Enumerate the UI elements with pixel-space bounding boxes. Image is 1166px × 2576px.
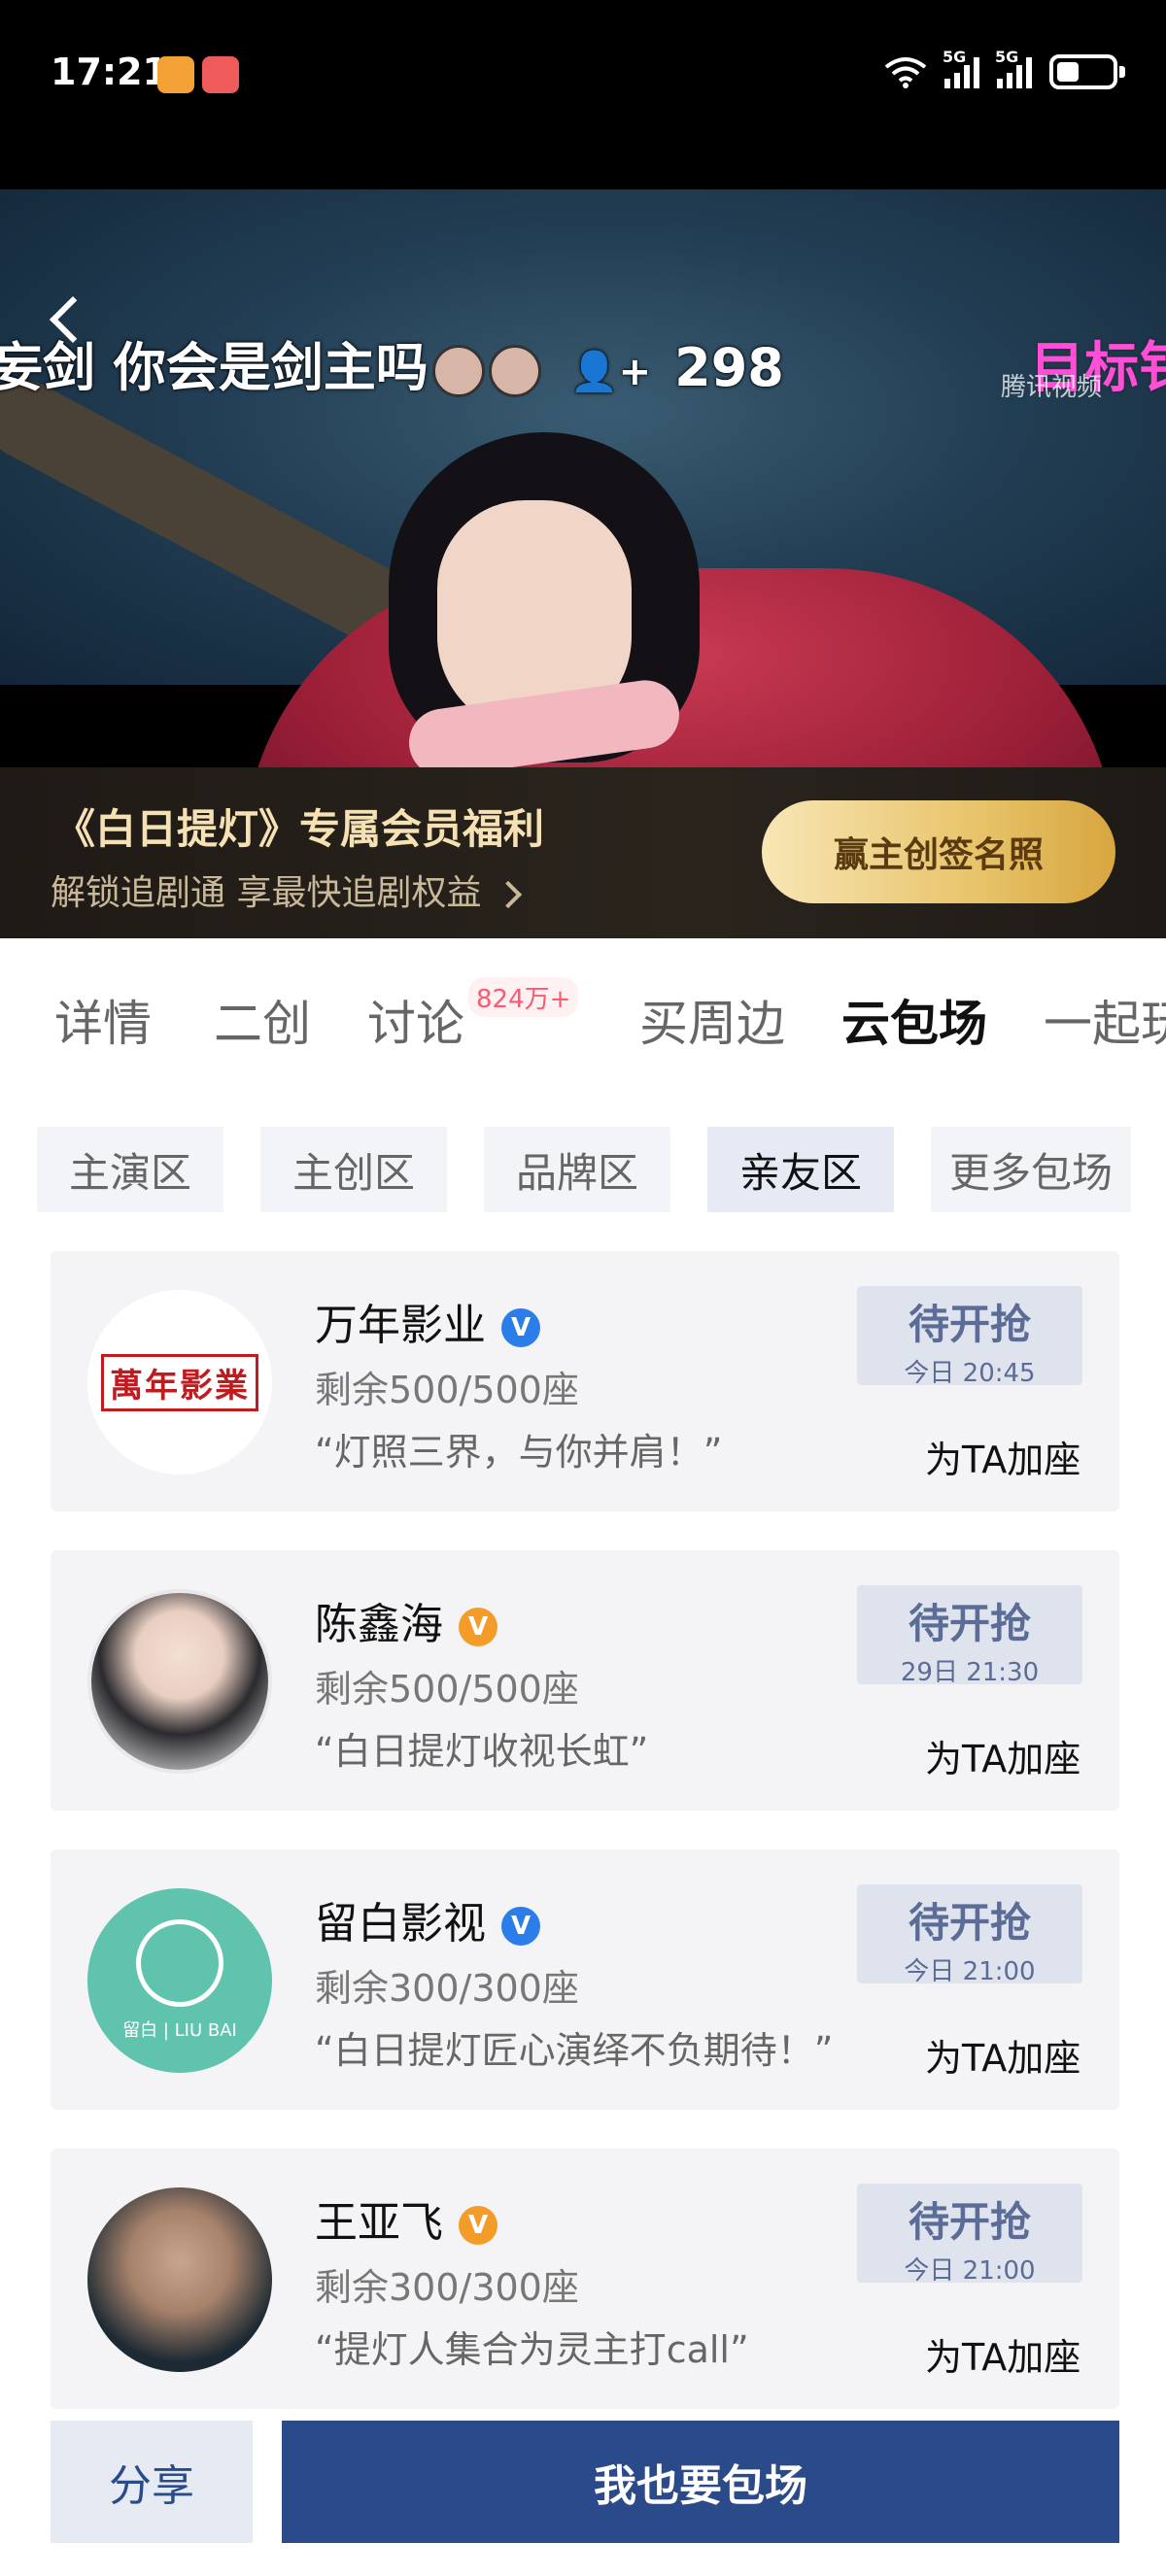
notification-app-icon xyxy=(157,56,194,93)
network-type-2: 5G xyxy=(995,48,1019,66)
grab-status: 待开抢 xyxy=(908,1600,1031,1647)
seat-count: 剩余500/500座 xyxy=(315,1668,579,1711)
tencent-video-watermark: 腾讯视频 xyxy=(1001,373,1103,402)
subtab-more[interactable]: 更多包场 xyxy=(931,1127,1131,1212)
vip-cta-button[interactable]: 赢主创签名照 xyxy=(762,800,1115,903)
vip-banner[interactable]: 《白日提灯》专属会员福利 解锁追剧通 享最快追剧权益 赢主创签名照 xyxy=(0,767,1166,938)
grab-status-button[interactable]: 待开抢 今日 21:00 xyxy=(857,1884,1082,1986)
tab-cloud-screening[interactable]: 云包场 xyxy=(841,985,987,1055)
liubai-logo-icon xyxy=(136,1919,223,2007)
grab-time: 今日 21:00 xyxy=(904,1957,1036,1986)
subtab-friends[interactable]: 亲友区 xyxy=(707,1127,894,1212)
main-tabs: 详情 二创 讨论 824万+ 买周边 云包场 一起玩 xyxy=(0,938,1166,1084)
seat-count: 剩余300/300座 xyxy=(315,1967,579,2010)
grab-time: 今日 20:45 xyxy=(904,1359,1036,1388)
danmaku-avatar xyxy=(431,345,485,398)
viewer-count: 298 xyxy=(674,337,784,398)
screening-card[interactable]: 留白 | LIU BAI 留白影视 V 剩余300/300座 “白日提灯匠心演绎不… xyxy=(51,1849,1119,2110)
verified-icon: V xyxy=(459,2206,497,2245)
danmaku-text: 妄剑 你会是剑主吗 xyxy=(0,337,429,398)
avatar xyxy=(87,1589,272,1774)
grab-status: 待开抢 xyxy=(908,2198,1031,2246)
battery-icon xyxy=(1049,54,1125,89)
tab-details[interactable]: 详情 xyxy=(54,985,152,1055)
verified-icon: V xyxy=(459,1608,497,1646)
liubai-logo-text: 留白 | LIU BAI xyxy=(122,2020,237,2041)
add-seat-button[interactable]: 为TA加座 xyxy=(925,2028,1080,2082)
discussion-count-badge: 824万+ xyxy=(468,977,579,1017)
tab-discussion[interactable]: 讨论 824万+ xyxy=(367,977,579,1055)
signal-1-icon: 5G xyxy=(943,48,979,88)
grab-status-button[interactable]: 待开抢 今日 20:45 xyxy=(857,1286,1082,1388)
grab-status: 待开抢 xyxy=(908,1301,1031,1348)
network-type-1: 5G xyxy=(943,48,967,66)
card-quote: “提灯人集合为灵主打call” xyxy=(315,2328,749,2371)
screening-card[interactable]: 陈鑫海 V 剩余500/500座 “白日提灯收视长虹” 待开抢 29日 21:30… xyxy=(51,1550,1119,1811)
status-indicators: 5G 5G xyxy=(884,48,1125,89)
avatar xyxy=(87,2187,272,2372)
verified-icon: V xyxy=(501,1907,540,1946)
card-name: 留白影视 V xyxy=(315,1888,540,1950)
wifi-icon xyxy=(884,57,927,88)
card-quote: “白日提灯收视长虹” xyxy=(315,1730,649,1773)
video-player[interactable]: 妄剑 你会是剑主吗 👤+ 298 目标钅 腾讯视频 xyxy=(0,146,1166,767)
share-button[interactable]: 分享 xyxy=(51,2421,253,2543)
add-seat-button[interactable]: 为TA加座 xyxy=(925,1430,1080,1483)
user-plus-icon: 👤+ xyxy=(569,349,652,394)
signal-2-icon: 5G xyxy=(995,48,1032,88)
card-name: 王亚飞 V xyxy=(315,2187,497,2250)
status-time: 17:21 xyxy=(51,51,168,93)
subtab-cast[interactable]: 主演区 xyxy=(37,1127,223,1212)
subtab-brands[interactable]: 品牌区 xyxy=(484,1127,670,1212)
add-seat-button[interactable]: 为TA加座 xyxy=(925,2327,1080,2381)
video-frame xyxy=(0,189,1166,767)
vip-title: 《白日提灯》专属会员福利 xyxy=(54,805,545,853)
danmaku-comment: 妄剑 你会是剑主吗 👤+ 298 xyxy=(0,324,784,401)
vip-subtitle[interactable]: 解锁追剧通 享最快追剧权益 xyxy=(51,864,523,915)
grab-status-button[interactable]: 待开抢 今日 21:00 xyxy=(857,2184,1082,2286)
grab-status: 待开抢 xyxy=(908,1899,1031,1947)
battery-level xyxy=(1057,62,1079,82)
grab-time: 29日 21:30 xyxy=(900,1658,1040,1687)
avatar: 留白 | LIU BAI xyxy=(87,1888,272,2073)
card-quote: “白日提灯匠心演绎不负期待！” xyxy=(315,2029,834,2072)
verified-icon: V xyxy=(501,1308,540,1347)
add-seat-button[interactable]: 为TA加座 xyxy=(925,1729,1080,1782)
tab-fan-creation[interactable]: 二创 xyxy=(214,985,311,1055)
card-name: 陈鑫海 V xyxy=(315,1589,497,1651)
seat-count: 剩余500/500座 xyxy=(315,1369,579,1411)
book-screening-button[interactable]: 我也要包场 xyxy=(282,2421,1119,2543)
video-app-icon xyxy=(202,56,239,93)
avatar: 萬年影業 xyxy=(87,1290,272,1474)
seat-count: 剩余300/300座 xyxy=(315,2266,579,2309)
grab-status-button[interactable]: 待开抢 29日 21:30 xyxy=(857,1585,1082,1687)
chevron-right-icon xyxy=(495,880,523,909)
card-quote: “灯照三界，与你并肩！” xyxy=(315,1431,723,1474)
wannian-logo: 萬年影業 xyxy=(101,1353,258,1411)
subtab-creators[interactable]: 主创区 xyxy=(260,1127,447,1212)
tab-merch[interactable]: 买周边 xyxy=(639,985,785,1055)
grab-time: 今日 21:00 xyxy=(904,2256,1036,2286)
card-name: 万年影业 V xyxy=(315,1290,540,1352)
screening-card[interactable]: 王亚飞 V 剩余300/300座 “提灯人集合为灵主打call” 待开抢 今日 2… xyxy=(51,2149,1119,2409)
status-bar: 17:21 5G 5G xyxy=(0,0,1166,146)
screening-card[interactable]: 萬年影業 万年影业 V 剩余500/500座 “灯照三界，与你并肩！” 待开抢 今… xyxy=(51,1251,1119,1511)
danmaku-avatar xyxy=(488,345,541,398)
tab-play-together[interactable]: 一起玩 xyxy=(1044,985,1166,1055)
